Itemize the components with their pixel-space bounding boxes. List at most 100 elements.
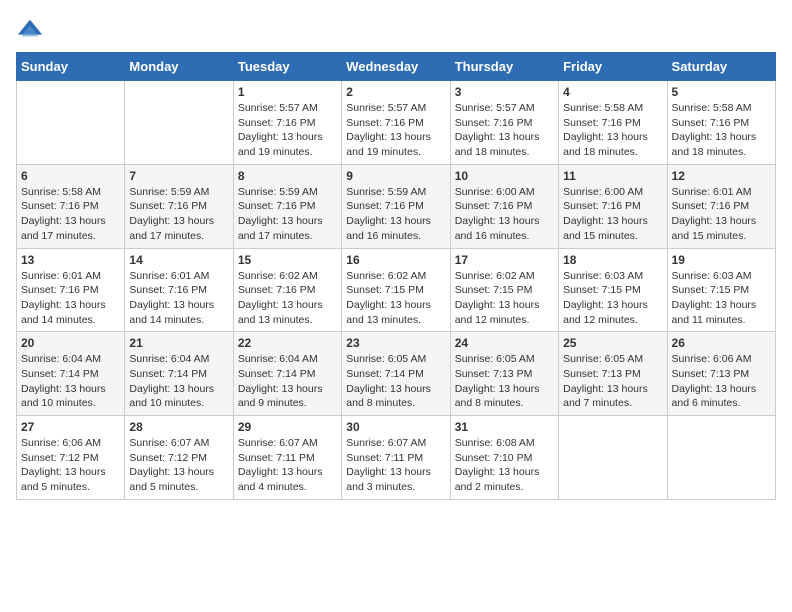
calendar-week-row: 27 Sunrise: 6:06 AMSunset: 7:12 PMDayligh… <box>17 416 776 500</box>
day-number: 11 <box>563 169 662 183</box>
day-number: 14 <box>129 253 228 267</box>
calendar-cell: 24 Sunrise: 6:05 AMSunset: 7:13 PMDayligh… <box>450 332 558 416</box>
day-info: Sunrise: 5:57 AMSunset: 7:16 PMDaylight:… <box>346 101 445 160</box>
calendar-cell: 15 Sunrise: 6:02 AMSunset: 7:16 PMDayligh… <box>233 248 341 332</box>
day-info: Sunrise: 6:03 AMSunset: 7:15 PMDaylight:… <box>563 269 662 328</box>
day-info: Sunrise: 5:57 AMSunset: 7:16 PMDaylight:… <box>455 101 554 160</box>
day-number: 9 <box>346 169 445 183</box>
calendar-day-header: Friday <box>559 53 667 81</box>
calendar-cell <box>17 81 125 165</box>
day-number: 28 <box>129 420 228 434</box>
day-number: 1 <box>238 85 337 99</box>
day-info: Sunrise: 6:06 AMSunset: 7:13 PMDaylight:… <box>672 352 771 411</box>
calendar-cell: 30 Sunrise: 6:07 AMSunset: 7:11 PMDayligh… <box>342 416 450 500</box>
day-number: 17 <box>455 253 554 267</box>
day-info: Sunrise: 5:58 AMSunset: 7:16 PMDaylight:… <box>563 101 662 160</box>
day-number: 2 <box>346 85 445 99</box>
day-number: 24 <box>455 336 554 350</box>
day-number: 16 <box>346 253 445 267</box>
day-info: Sunrise: 6:00 AMSunset: 7:16 PMDaylight:… <box>455 185 554 244</box>
calendar-header-row: SundayMondayTuesdayWednesdayThursdayFrid… <box>17 53 776 81</box>
day-info: Sunrise: 6:04 AMSunset: 7:14 PMDaylight:… <box>129 352 228 411</box>
day-info: Sunrise: 6:08 AMSunset: 7:10 PMDaylight:… <box>455 436 554 495</box>
day-info: Sunrise: 6:05 AMSunset: 7:13 PMDaylight:… <box>455 352 554 411</box>
day-number: 19 <box>672 253 771 267</box>
page-header <box>16 16 776 44</box>
calendar-cell: 28 Sunrise: 6:07 AMSunset: 7:12 PMDayligh… <box>125 416 233 500</box>
calendar-cell: 8Sunrise: 5:59 AMSunset: 7:16 PMDaylight… <box>233 164 341 248</box>
calendar-cell: 10 Sunrise: 6:00 AMSunset: 7:16 PMDayligh… <box>450 164 558 248</box>
day-info: Sunrise: 6:04 AMSunset: 7:14 PMDaylight:… <box>21 352 120 411</box>
calendar-cell: 7 Sunrise: 5:59 AMSunset: 7:16 PMDaylight… <box>125 164 233 248</box>
calendar-day-header: Tuesday <box>233 53 341 81</box>
day-info: Sunrise: 6:05 AMSunset: 7:13 PMDaylight:… <box>563 352 662 411</box>
day-number: 30 <box>346 420 445 434</box>
day-number: 27 <box>21 420 120 434</box>
calendar-cell: 20 Sunrise: 6:04 AMSunset: 7:14 PMDayligh… <box>17 332 125 416</box>
calendar-cell: 23 Sunrise: 6:05 AMSunset: 7:14 PMDayligh… <box>342 332 450 416</box>
calendar-cell <box>667 416 775 500</box>
calendar-cell: 17 Sunrise: 6:02 AMSunset: 7:15 PMDayligh… <box>450 248 558 332</box>
day-number: 4 <box>563 85 662 99</box>
day-info: Sunrise: 6:05 AMSunset: 7:14 PMDaylight:… <box>346 352 445 411</box>
day-number: 25 <box>563 336 662 350</box>
calendar-cell: 16 Sunrise: 6:02 AMSunset: 7:15 PMDayligh… <box>342 248 450 332</box>
day-info: Sunrise: 6:04 AMSunset: 7:14 PMDaylight:… <box>238 352 337 411</box>
day-info: Sunrise: 5:58 AMSunset: 7:16 PMDaylight:… <box>21 185 120 244</box>
calendar-day-header: Saturday <box>667 53 775 81</box>
day-info: Sunrise: 6:06 AMSunset: 7:12 PMDaylight:… <box>21 436 120 495</box>
calendar-cell: 26Sunrise: 6:06 AMSunset: 7:13 PMDayligh… <box>667 332 775 416</box>
calendar-cell: 6 Sunrise: 5:58 AMSunset: 7:16 PMDaylight… <box>17 164 125 248</box>
calendar-cell: 31 Sunrise: 6:08 AMSunset: 7:10 PMDayligh… <box>450 416 558 500</box>
day-info: Sunrise: 6:07 AMSunset: 7:11 PMDaylight:… <box>238 436 337 495</box>
calendar-cell <box>559 416 667 500</box>
logo <box>16 16 48 44</box>
calendar-week-row: 1 Sunrise: 5:57 AMSunset: 7:16 PMDaylight… <box>17 81 776 165</box>
calendar-day-header: Monday <box>125 53 233 81</box>
day-number: 22 <box>238 336 337 350</box>
calendar-cell: 9 Sunrise: 5:59 AMSunset: 7:16 PMDaylight… <box>342 164 450 248</box>
day-info: Sunrise: 5:59 AMSunset: 7:16 PMDaylight:… <box>346 185 445 244</box>
calendar-day-header: Sunday <box>17 53 125 81</box>
calendar-cell: 12 Sunrise: 6:01 AMSunset: 7:16 PMDayligh… <box>667 164 775 248</box>
day-number: 18 <box>563 253 662 267</box>
calendar-cell: 4 Sunrise: 5:58 AMSunset: 7:16 PMDaylight… <box>559 81 667 165</box>
day-info: Sunrise: 6:01 AMSunset: 7:16 PMDaylight:… <box>21 269 120 328</box>
calendar-cell: 11 Sunrise: 6:00 AMSunset: 7:16 PMDayligh… <box>559 164 667 248</box>
day-info: Sunrise: 5:59 AMSunset: 7:16 PMDaylight:… <box>129 185 228 244</box>
calendar-cell: 3Sunrise: 5:57 AMSunset: 7:16 PMDaylight… <box>450 81 558 165</box>
calendar-cell: 22 Sunrise: 6:04 AMSunset: 7:14 PMDayligh… <box>233 332 341 416</box>
day-number: 23 <box>346 336 445 350</box>
calendar-cell: 14Sunrise: 6:01 AMSunset: 7:16 PMDayligh… <box>125 248 233 332</box>
day-number: 20 <box>21 336 120 350</box>
day-info: Sunrise: 6:00 AMSunset: 7:16 PMDaylight:… <box>563 185 662 244</box>
day-number: 10 <box>455 169 554 183</box>
day-number: 15 <box>238 253 337 267</box>
day-info: Sunrise: 6:07 AMSunset: 7:12 PMDaylight:… <box>129 436 228 495</box>
day-info: Sunrise: 5:59 AMSunset: 7:16 PMDaylight:… <box>238 185 337 244</box>
day-info: Sunrise: 6:02 AMSunset: 7:16 PMDaylight:… <box>238 269 337 328</box>
calendar-cell: 1Sunrise: 5:57 AMSunset: 7:16 PMDaylight… <box>233 81 341 165</box>
day-number: 6 <box>21 169 120 183</box>
calendar-week-row: 20 Sunrise: 6:04 AMSunset: 7:14 PMDayligh… <box>17 332 776 416</box>
day-info: Sunrise: 6:01 AMSunset: 7:16 PMDaylight:… <box>672 185 771 244</box>
calendar-cell: 13Sunrise: 6:01 AMSunset: 7:16 PMDayligh… <box>17 248 125 332</box>
day-info: Sunrise: 6:03 AMSunset: 7:15 PMDaylight:… <box>672 269 771 328</box>
day-number: 7 <box>129 169 228 183</box>
calendar-cell: 2 Sunrise: 5:57 AMSunset: 7:16 PMDaylight… <box>342 81 450 165</box>
day-number: 31 <box>455 420 554 434</box>
day-info: Sunrise: 6:02 AMSunset: 7:15 PMDaylight:… <box>346 269 445 328</box>
calendar-week-row: 6 Sunrise: 5:58 AMSunset: 7:16 PMDaylight… <box>17 164 776 248</box>
day-info: Sunrise: 6:07 AMSunset: 7:11 PMDaylight:… <box>346 436 445 495</box>
calendar-table: SundayMondayTuesdayWednesdayThursdayFrid… <box>16 52 776 500</box>
calendar-cell <box>125 81 233 165</box>
calendar-week-row: 13Sunrise: 6:01 AMSunset: 7:16 PMDayligh… <box>17 248 776 332</box>
calendar-cell: 18 Sunrise: 6:03 AMSunset: 7:15 PMDayligh… <box>559 248 667 332</box>
day-number: 12 <box>672 169 771 183</box>
calendar-cell: 19 Sunrise: 6:03 AMSunset: 7:15 PMDayligh… <box>667 248 775 332</box>
day-info: Sunrise: 6:02 AMSunset: 7:15 PMDaylight:… <box>455 269 554 328</box>
calendar-day-header: Thursday <box>450 53 558 81</box>
day-number: 29 <box>238 420 337 434</box>
calendar-cell: 25 Sunrise: 6:05 AMSunset: 7:13 PMDayligh… <box>559 332 667 416</box>
calendar-day-header: Wednesday <box>342 53 450 81</box>
